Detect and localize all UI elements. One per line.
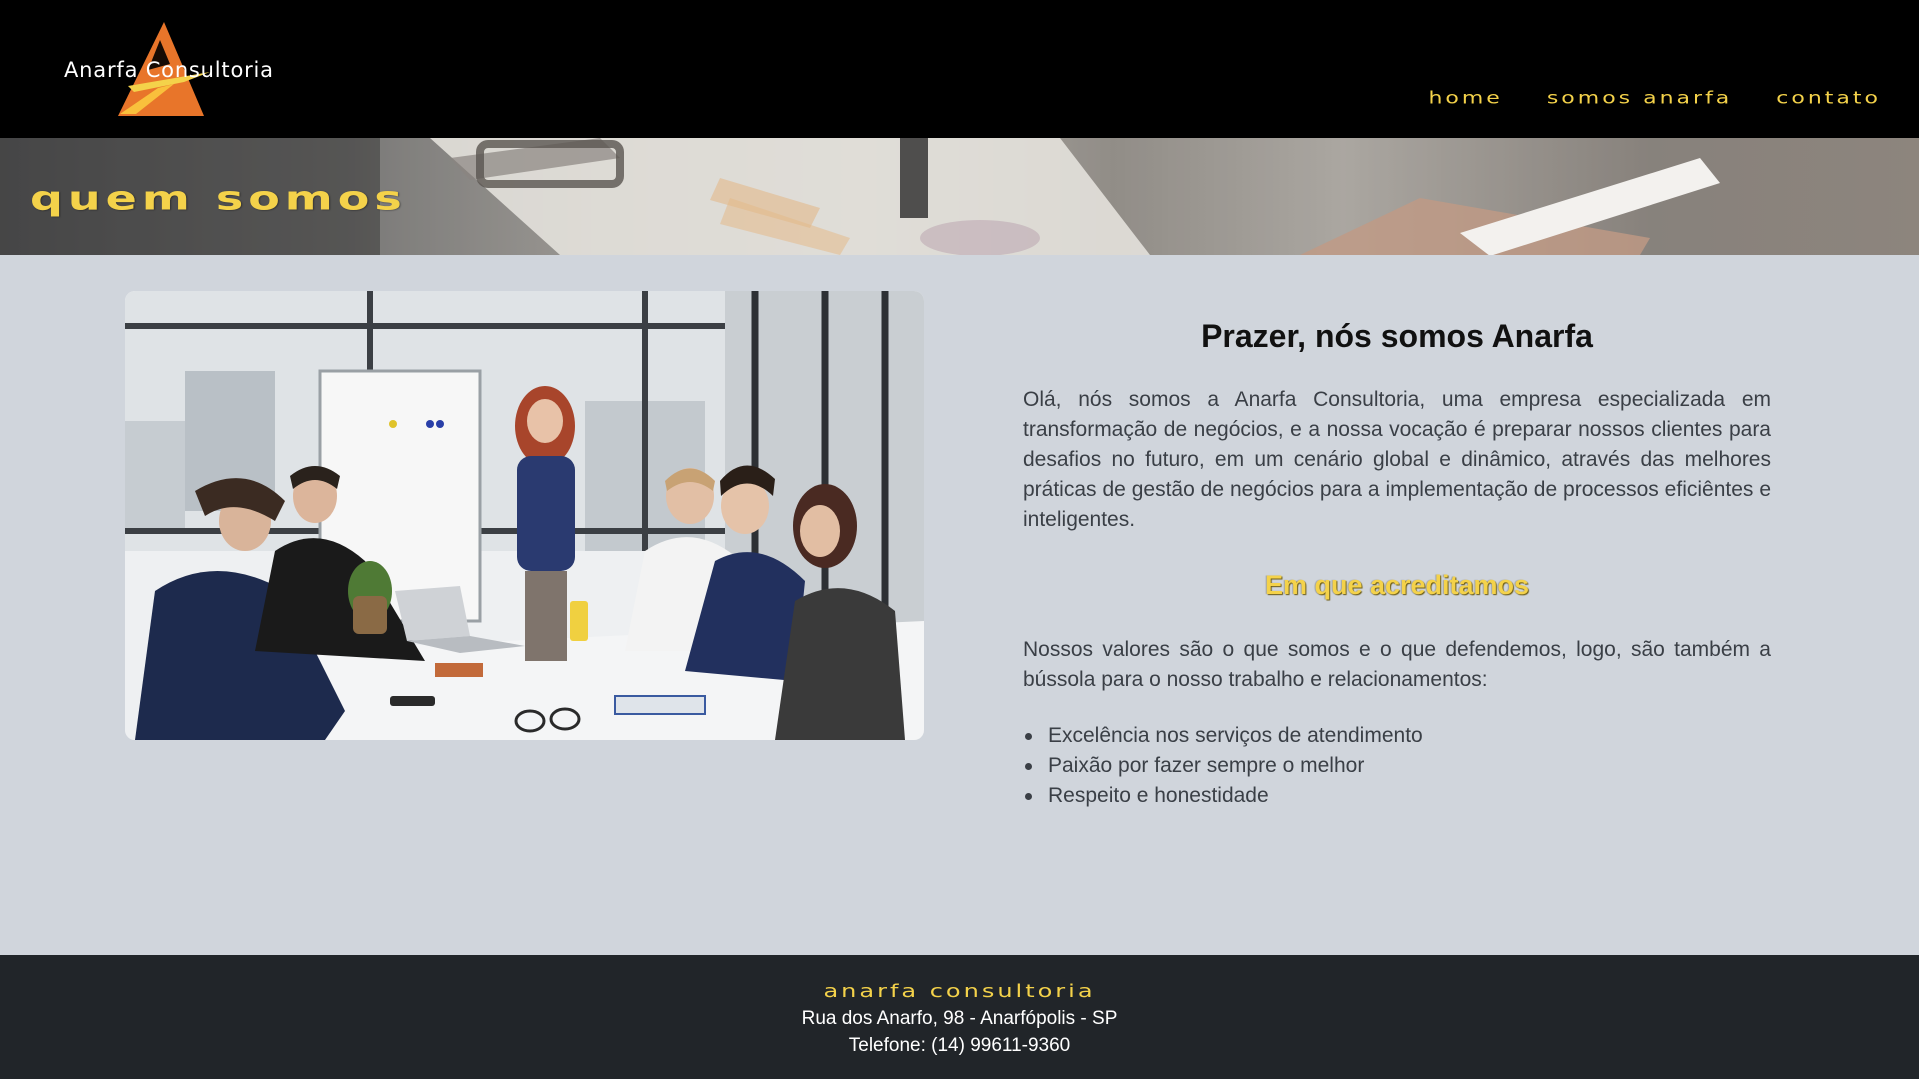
main-nav: Home Somos Anarfa Contato — [1428, 86, 1881, 111]
page-title: Quem Somos — [30, 178, 407, 218]
nav-home[interactable]: Home — [1428, 89, 1502, 109]
list-item: Excelência nos serviços de atendimento — [1023, 721, 1771, 751]
about-content: Prazer, nós somos Anarfa Olá, nós somos … — [1023, 318, 1771, 811]
about-intro: Olá, nós somos a Anarfa Consultoria, uma… — [1023, 388, 1771, 531]
logo[interactable]: Anarfa Consultoria — [62, 18, 274, 122]
values-list: Excelência nos serviços de atendimento P… — [1023, 721, 1771, 811]
nav-contato[interactable]: Contato — [1776, 89, 1881, 109]
footer-phone: Telefone: (14) 99611-9360 — [848, 1035, 1071, 1056]
beliefs-heading: Em que acreditamos — [1264, 570, 1530, 600]
list-item: Respeito e honestidade — [1023, 781, 1771, 811]
site-header: Anarfa Consultoria Home Somos Anarfa Con… — [0, 0, 1919, 138]
logo-text: Anarfa Consultoria — [64, 58, 274, 82]
footer-brand: Anarfa Consultoria — [823, 980, 1096, 1002]
team-meeting-photo — [125, 291, 924, 740]
values-intro: Nossos valores são o que somos e o que d… — [1023, 638, 1771, 691]
about-heading: Prazer, nós somos Anarfa — [1201, 318, 1593, 354]
list-item: Paixão por fazer sempre o melhor — [1023, 751, 1771, 781]
page-banner: Quem Somos — [0, 138, 1919, 255]
meeting-illustration — [125, 291, 924, 740]
footer-address: Rua dos Anarfo, 98 - Anarfópolis - SP — [801, 1008, 1118, 1029]
site-footer: Anarfa Consultoria Rua dos Anarfo, 98 - … — [0, 955, 1919, 1079]
nav-somos-anarfa[interactable]: Somos Anarfa — [1547, 89, 1732, 109]
